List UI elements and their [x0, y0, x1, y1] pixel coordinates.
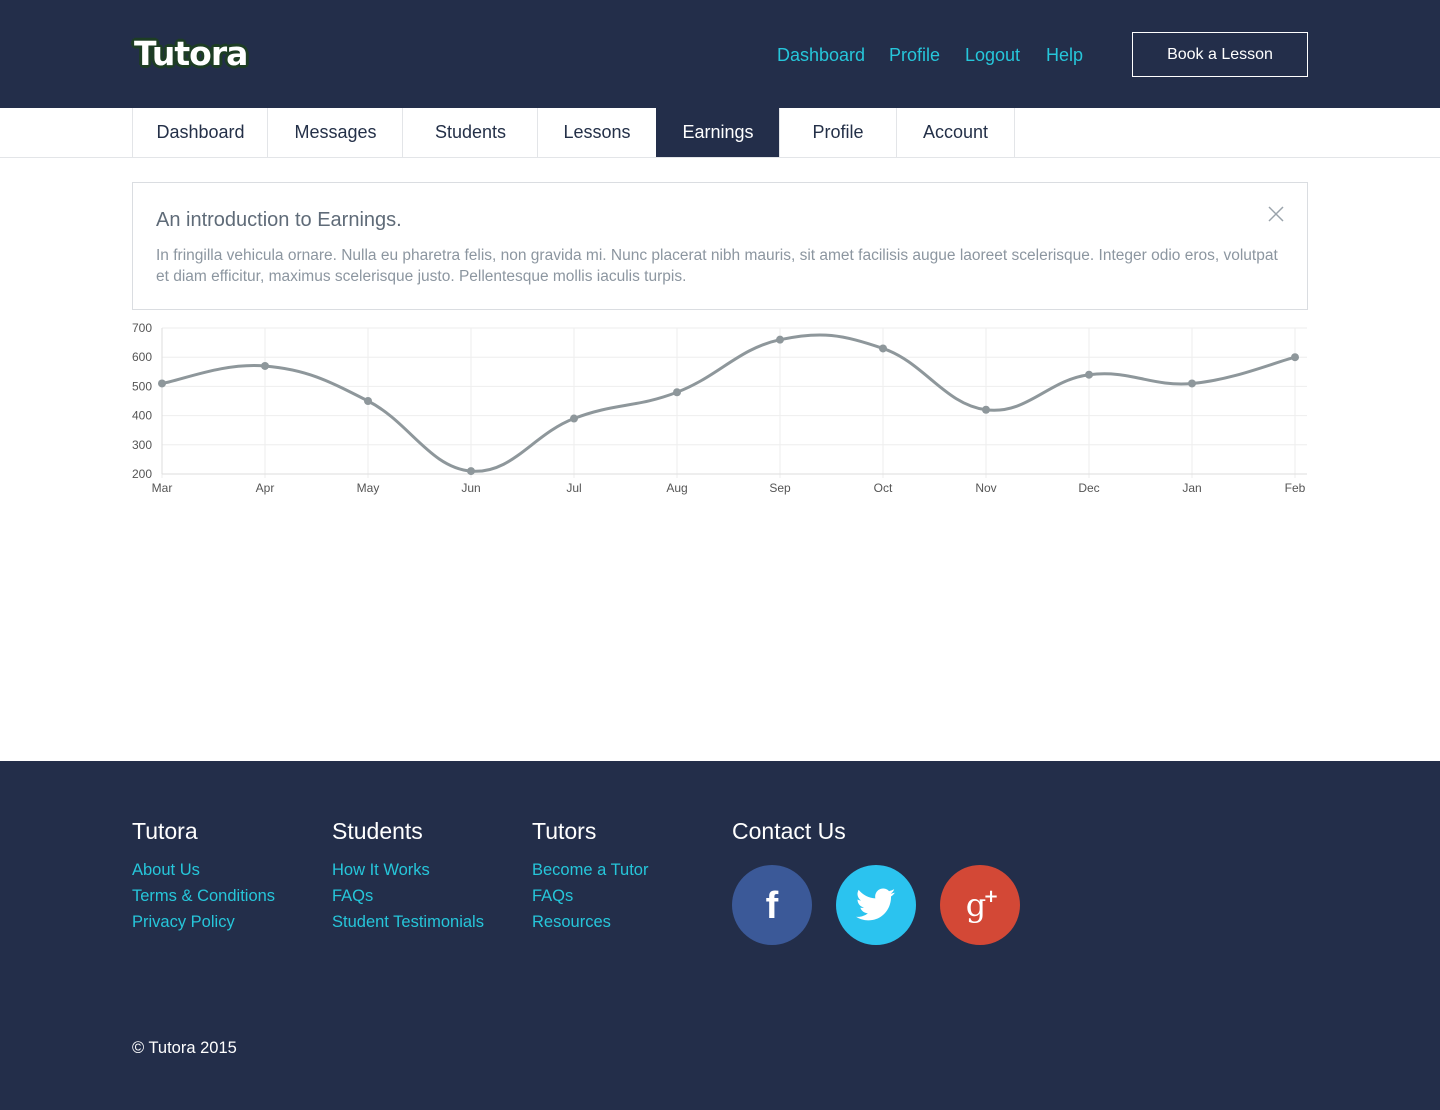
footer-heading: Tutors [532, 818, 597, 844]
y-tick-label: 700 [132, 321, 152, 335]
data-point[interactable] [1291, 353, 1299, 362]
x-tick-label: Jun [461, 481, 480, 495]
site-header: Tutora Dashboard Profile Logout Help Boo… [0, 0, 1440, 108]
tab-bar: Dashboard Messages Students Lessons Earn… [0, 108, 1440, 158]
twitter-button[interactable] [836, 865, 916, 945]
footer-link-faqs[interactable]: FAQs [332, 883, 484, 909]
close-icon[interactable] [1267, 205, 1285, 223]
tab-students[interactable]: Students [402, 108, 538, 157]
footer-link-how-it-works[interactable]: How It Works [332, 857, 484, 883]
x-tick-label: Sep [769, 481, 791, 495]
x-tick-label: Jul [566, 481, 581, 495]
book-lesson-button[interactable]: Book a Lesson [1132, 32, 1308, 77]
data-point[interactable] [570, 414, 578, 423]
tab-messages[interactable]: Messages [267, 108, 403, 157]
footer-col-contact: Contact Us [732, 815, 846, 847]
y-tick-label: 300 [132, 438, 152, 452]
tab-account[interactable]: Account [896, 108, 1015, 157]
x-tick-label: Jan [1182, 481, 1201, 495]
tab-lessons[interactable]: Lessons [537, 108, 656, 157]
tab-dashboard[interactable]: Dashboard [132, 108, 268, 157]
data-point[interactable] [261, 361, 269, 370]
google-plus-icon: g + [966, 886, 999, 924]
footer-col-students: Students How It Works FAQs Student Testi… [332, 815, 484, 935]
facebook-button[interactable]: f [732, 865, 812, 945]
tab-profile[interactable]: Profile [779, 108, 896, 157]
intro-title: An introduction to Earnings. [156, 209, 402, 231]
y-tick-label: 500 [132, 379, 152, 393]
footer-link-testimonials[interactable]: Student Testimonials [332, 909, 484, 935]
footer-col-tutora: Tutora About Us Terms & Conditions Priva… [132, 815, 275, 935]
x-tick-label: May [357, 481, 380, 495]
google-plus-button[interactable]: g + [940, 865, 1020, 945]
intro-body: In fringilla vehicula ornare. Nulla eu p… [156, 247, 1278, 285]
svg-text:+: + [983, 886, 998, 907]
nav-help[interactable]: Help [1046, 42, 1083, 68]
copyright: © Tutora 2015 [132, 1039, 237, 1057]
data-point[interactable] [1188, 379, 1196, 388]
data-point[interactable] [467, 467, 475, 476]
data-point[interactable] [982, 405, 990, 414]
x-tick-label: Dec [1078, 481, 1099, 495]
svg-text:f: f [766, 885, 779, 925]
x-tick-label: Apr [256, 481, 275, 495]
footer-link-faqs[interactable]: FAQs [532, 883, 648, 909]
footer-col-tutors: Tutors Become a Tutor FAQs Resources [532, 815, 648, 935]
data-point[interactable] [364, 397, 372, 405]
footer-link-terms[interactable]: Terms & Conditions [132, 883, 275, 909]
nav-logout[interactable]: Logout [965, 42, 1020, 68]
footer-heading: Contact Us [732, 818, 846, 844]
y-tick-label: 600 [132, 350, 152, 364]
nav-dashboard[interactable]: Dashboard [777, 42, 865, 68]
x-tick-label: Oct [874, 481, 893, 495]
tab-earnings[interactable]: Earnings [656, 108, 779, 157]
footer-heading: Tutora [132, 818, 198, 844]
footer-link-about-us[interactable]: About Us [132, 857, 275, 883]
footer-link-become-tutor[interactable]: Become a Tutor [532, 857, 648, 883]
y-tick-label: 400 [132, 409, 152, 423]
x-tick-label: Mar [152, 481, 173, 495]
footer-link-resources[interactable]: Resources [532, 909, 648, 935]
nav-profile[interactable]: Profile [889, 42, 940, 68]
data-point[interactable] [776, 335, 784, 344]
y-tick-label: 200 [132, 467, 152, 481]
data-point[interactable] [158, 379, 166, 388]
site-footer: Tutora About Us Terms & Conditions Priva… [0, 761, 1440, 1110]
footer-link-privacy[interactable]: Privacy Policy [132, 909, 275, 935]
intro-panel: An introduction to Earnings. In fringill… [132, 182, 1308, 310]
data-point[interactable] [1085, 370, 1093, 379]
x-tick-label: Nov [975, 481, 996, 495]
data-point[interactable] [879, 344, 887, 353]
x-tick-label: Feb [1285, 481, 1306, 495]
data-point[interactable] [673, 388, 681, 397]
series-line [161, 333, 1296, 473]
twitter-icon [856, 888, 896, 921]
footer-heading: Students [332, 818, 423, 844]
earnings-line-chart: 700 600 500 400 300 200Mar Apr May Jun Jul Aug Sep O… [132, 321, 1307, 495]
facebook-icon: f [766, 885, 779, 925]
x-tick-label: Aug [666, 481, 687, 495]
